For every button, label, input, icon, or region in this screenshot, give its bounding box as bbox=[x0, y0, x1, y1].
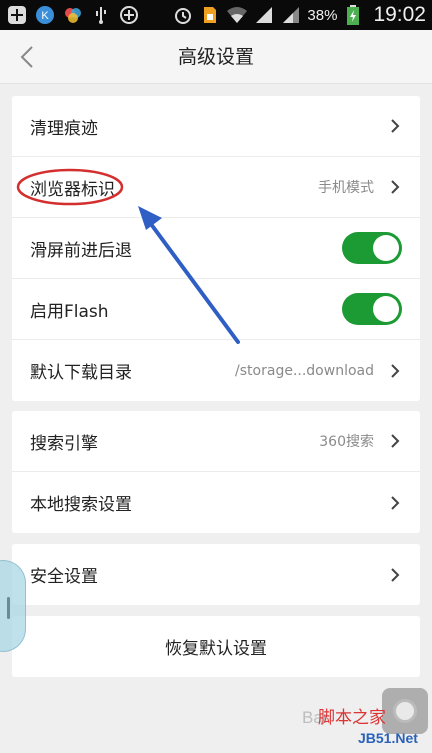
swipe-nav-label: 滑屏前进后退 bbox=[30, 240, 132, 261]
swipe-nav-toggle[interactable] bbox=[342, 232, 402, 264]
toggle-knob bbox=[373, 296, 399, 322]
plus-icon bbox=[6, 4, 28, 26]
search-engine-value: 360搜索 bbox=[319, 434, 374, 450]
chevron-right-icon bbox=[388, 178, 402, 196]
battery-icon bbox=[342, 4, 364, 26]
title-bar: 高级设置 bbox=[0, 30, 432, 84]
local-search-row[interactable]: 本地搜索设置 bbox=[12, 472, 420, 533]
reset-card: 恢复默认设置 bbox=[12, 616, 420, 677]
chevron-right-icon bbox=[388, 566, 402, 584]
status-bar: K 38% 19:02 bbox=[0, 0, 432, 30]
flash-label: 启用Flash bbox=[30, 301, 109, 322]
status-time: 19:02 bbox=[373, 3, 426, 26]
search-engine-label: 搜索引擎 bbox=[30, 433, 98, 454]
watermark-logo-icon bbox=[382, 688, 428, 734]
svg-text:K: K bbox=[41, 10, 49, 22]
download-dir-value: /storage...download bbox=[235, 362, 374, 379]
wifi-icon bbox=[226, 4, 248, 26]
alarm-icon bbox=[172, 4, 194, 26]
k-app-icon: K bbox=[34, 4, 56, 26]
browser-id-value: 手机模式 bbox=[318, 180, 374, 196]
flash-row: 启用Flash bbox=[12, 279, 420, 340]
back-arrow-icon bbox=[20, 46, 33, 68]
download-dir-label: 默认下载目录 bbox=[30, 363, 132, 383]
watermark-site-url: JB51.Net bbox=[358, 730, 418, 746]
clear-traces-row[interactable]: 清理痕迹 bbox=[12, 96, 420, 157]
toggle-knob bbox=[373, 235, 399, 261]
add-circle-icon bbox=[118, 4, 140, 26]
chevron-right-icon bbox=[388, 362, 402, 380]
browser-id-row[interactable]: 浏览器标识 手机模式 bbox=[12, 157, 420, 218]
floating-assist-ball[interactable] bbox=[0, 560, 26, 652]
watermark-site-text: 脚本之家 bbox=[318, 708, 386, 728]
general-settings-card: 清理痕迹 浏览器标识 手机模式 滑屏前进后退 启用Flash 默认下载目录 /s… bbox=[12, 96, 420, 401]
back-button[interactable] bbox=[12, 42, 42, 72]
chevron-right-icon bbox=[388, 117, 402, 135]
signal-icon-2 bbox=[280, 4, 302, 26]
search-settings-card: 搜索引擎 360搜索 本地搜索设置 bbox=[12, 411, 420, 533]
signal-icon bbox=[253, 4, 275, 26]
sim-icon bbox=[199, 4, 221, 26]
browser-id-label: 浏览器标识 bbox=[30, 179, 115, 200]
search-engine-row[interactable]: 搜索引擎 360搜索 bbox=[12, 411, 420, 472]
watermark-ring bbox=[393, 699, 417, 723]
clear-traces-label: 清理痕迹 bbox=[30, 118, 98, 139]
page-title: 高级设置 bbox=[177, 46, 254, 68]
chevron-right-icon bbox=[388, 494, 402, 512]
color-app-icon bbox=[62, 4, 84, 26]
security-label: 安全设置 bbox=[30, 567, 98, 587]
security-settings-card: 安全设置 bbox=[12, 544, 420, 605]
flash-toggle[interactable] bbox=[342, 293, 402, 325]
swipe-nav-row: 滑屏前进后退 bbox=[12, 218, 420, 279]
grip-icon bbox=[7, 597, 10, 619]
battery-percent: 38% bbox=[307, 6, 338, 24]
chevron-right-icon bbox=[388, 432, 402, 450]
reset-defaults-button[interactable]: 恢复默认设置 bbox=[12, 616, 420, 677]
local-search-label: 本地搜索设置 bbox=[30, 495, 132, 515]
security-row[interactable]: 安全设置 bbox=[12, 544, 420, 605]
usb-icon bbox=[90, 4, 112, 26]
download-dir-row[interactable]: 默认下载目录 /storage...download bbox=[12, 340, 420, 401]
